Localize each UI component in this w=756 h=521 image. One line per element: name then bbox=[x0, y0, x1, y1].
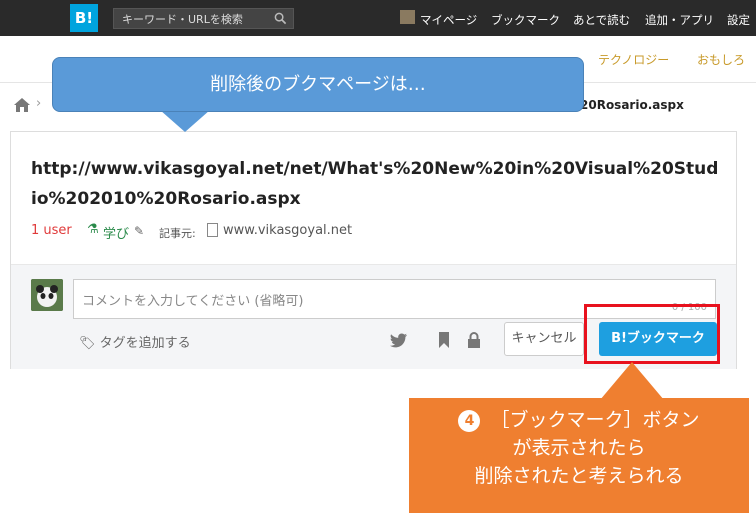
top-callout: 削除後のブクマページは… bbox=[52, 57, 584, 112]
bottom-callout: 4 ［ブックマーク］ボタン が表示されたら 削除されたと考えられる bbox=[409, 398, 749, 513]
nav-bookmark[interactable]: ブックマーク bbox=[491, 12, 560, 28]
avatar bbox=[31, 279, 63, 311]
panda-avatar-icon bbox=[31, 279, 63, 311]
step-number-badge: 4 bbox=[458, 410, 481, 432]
nav-mypage[interactable]: マイページ bbox=[420, 12, 477, 28]
callout-line-3: 削除されたと考えられる bbox=[474, 465, 684, 487]
hatena-logo[interactable]: B! bbox=[70, 4, 98, 32]
highlight-frame bbox=[584, 304, 720, 364]
cancel-button[interactable]: キャンセル bbox=[504, 322, 584, 356]
callout-tail bbox=[160, 110, 210, 132]
twitter-icon[interactable] bbox=[390, 333, 408, 348]
callout-line-1-text: ［ブックマーク］ボタン bbox=[490, 409, 700, 431]
breadcrumb-current: 20Rosario.aspx bbox=[580, 98, 684, 112]
source-label: 記事元: bbox=[159, 227, 196, 240]
callout-line-1: 4 ［ブックマーク］ボタン bbox=[409, 406, 749, 434]
search-input[interactable]: キーワード・URLを検索 bbox=[122, 11, 243, 27]
chevron-right-icon: › bbox=[36, 96, 42, 111]
document-icon bbox=[207, 223, 218, 237]
lock-icon[interactable] bbox=[467, 332, 481, 348]
source-domain[interactable]: www.vikasgoyal.net bbox=[223, 223, 352, 238]
flask-icon: ⚗ bbox=[87, 222, 99, 237]
pencil-icon[interactable]: ✎ bbox=[134, 224, 144, 238]
user-avatar-small[interactable] bbox=[400, 10, 415, 24]
nav-settings[interactable]: 設定 bbox=[727, 12, 750, 28]
add-tag-label: タグを追加する bbox=[99, 336, 191, 351]
home-icon[interactable] bbox=[13, 97, 31, 113]
nav-add-apps[interactable]: 追加・アプリ bbox=[645, 12, 714, 28]
bookmark-icon[interactable] bbox=[438, 332, 450, 348]
search-icon[interactable] bbox=[274, 12, 287, 25]
category-tag[interactable]: 学び bbox=[103, 223, 129, 242]
callout-tail bbox=[600, 362, 664, 400]
add-tag-link[interactable]: 🏷 タグを追加する bbox=[79, 332, 191, 351]
comment-placeholder: コメントを入力してください (省略可) bbox=[82, 294, 304, 309]
category-fun[interactable]: おもしろ bbox=[697, 51, 745, 68]
user-count[interactable]: 1 user bbox=[31, 223, 72, 238]
search-box[interactable]: キーワード・URLを検索 bbox=[113, 8, 294, 29]
nav-read-later[interactable]: あとで読む bbox=[573, 12, 630, 28]
entry-title[interactable]: http://www.vikasgoyal.net/net/What's%20N… bbox=[31, 154, 721, 214]
top-bar: B! キーワード・URLを検索 マイページ ブックマーク あとで読む 追加・アプ… bbox=[0, 0, 756, 36]
tag-icon: 🏷 bbox=[79, 336, 96, 351]
callout-line-2: が表示されたら bbox=[512, 437, 646, 459]
category-technology[interactable]: テクノロジー bbox=[598, 51, 669, 68]
